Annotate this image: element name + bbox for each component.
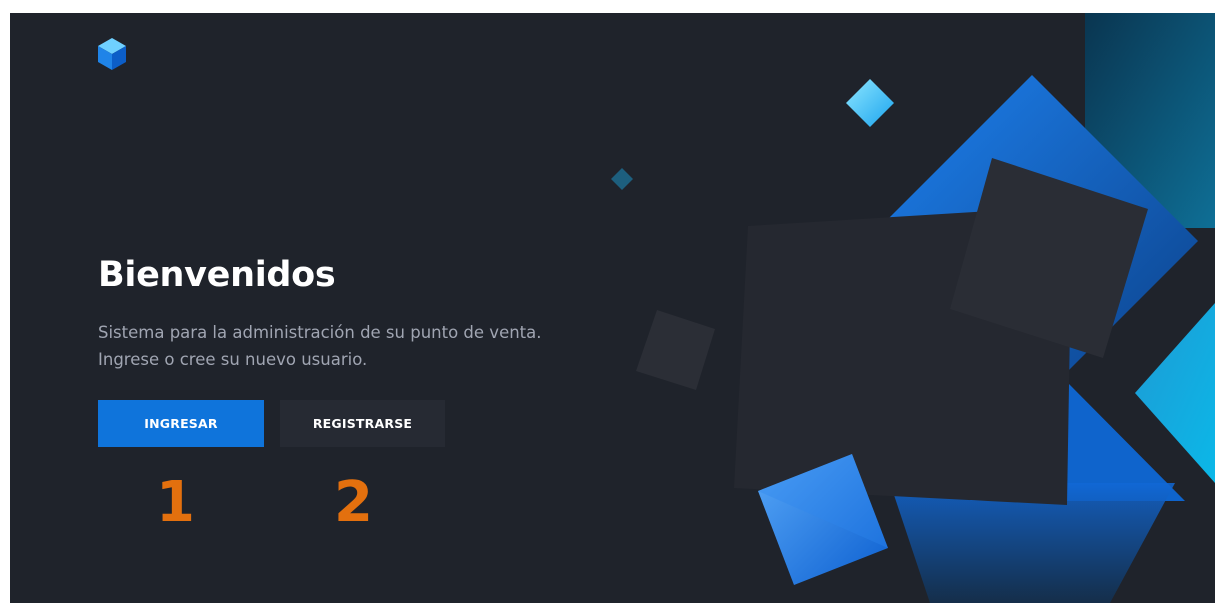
small-dark-square-shape: [636, 310, 715, 390]
register-button[interactable]: REGISTRARSE: [280, 400, 445, 447]
welcome-screen: Bienvenidos Sistema para la administraci…: [10, 13, 1215, 603]
subtitle-line-1: Sistema para la administración de su pun…: [98, 323, 542, 342]
small-teal-diamond-shape: [611, 168, 633, 190]
page-title: Bienvenidos: [98, 255, 336, 295]
annotation-number-1: 1: [156, 470, 195, 535]
cyan-edge-diamond-shape: [1135, 303, 1215, 483]
login-button[interactable]: INGRESAR: [98, 400, 264, 447]
page-subtitle: Sistema para la administración de su pun…: [98, 319, 542, 373]
subtitle-line-2: Ingrese o cree su nuevo usuario.: [98, 350, 368, 369]
cube-logo-icon: [98, 38, 126, 70]
annotation-number-2: 2: [334, 470, 373, 535]
cyan-diamond-shape: [846, 79, 894, 127]
